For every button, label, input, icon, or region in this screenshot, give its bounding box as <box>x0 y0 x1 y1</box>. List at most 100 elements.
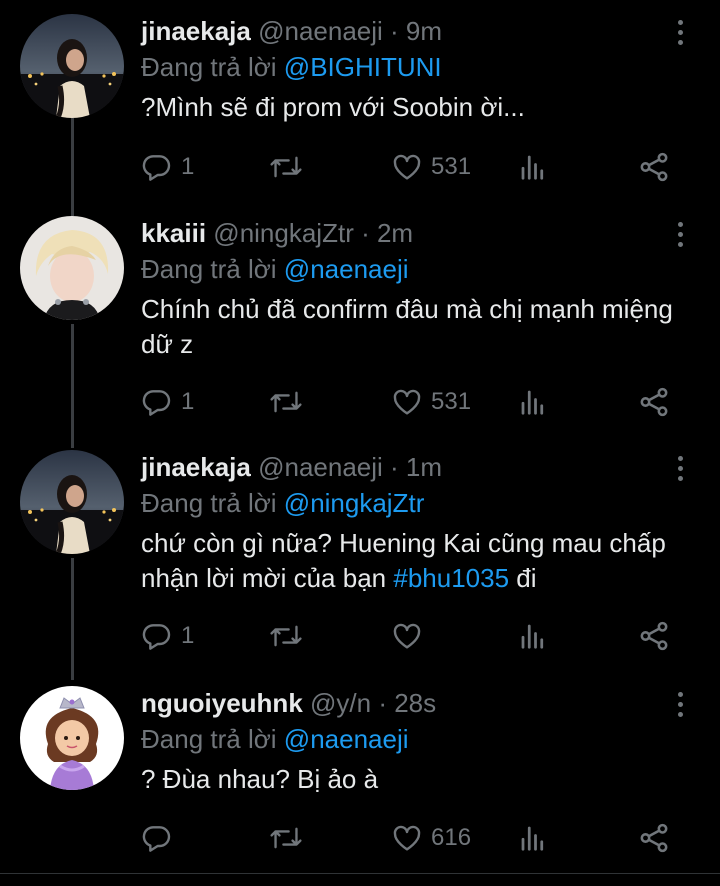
more-vertical-icon[interactable] <box>678 456 686 486</box>
replying-to-handle[interactable]: @ningkajZtr <box>284 488 425 518</box>
avatar[interactable] <box>20 686 124 790</box>
views-icon <box>521 155 544 180</box>
views-icon <box>521 826 544 851</box>
tweet-text-part: ? Đùa nhau? Bị ảo à <box>141 764 379 794</box>
replying-to: Đang trả lời @naenaeji <box>141 252 700 286</box>
more-vertical-icon[interactable] <box>678 222 686 252</box>
share-button[interactable] <box>637 616 671 656</box>
reply-icon <box>142 390 171 416</box>
replying-to: Đang trả lời @ningkajZtr <box>141 486 700 520</box>
avatar[interactable] <box>20 14 124 118</box>
tweet[interactable]: jinaekaja @naenaeji · 1m Đang trả lời @n… <box>0 450 720 670</box>
replying-to: Đang trả lời @naenaeji <box>141 722 700 756</box>
display-name[interactable]: jinaekaja <box>141 452 251 482</box>
retweet-icon <box>270 625 302 647</box>
retweet-button[interactable] <box>269 616 303 656</box>
tweet[interactable]: kkaiii @ningkajZtr · 2m Đang trả lời @na… <box>0 216 720 436</box>
share-button[interactable] <box>637 818 671 858</box>
views-button[interactable] <box>518 818 548 858</box>
tweet-header: jinaekaja @naenaeji · 1m <box>141 450 700 484</box>
like-count: 531 <box>431 388 472 415</box>
reply-icon <box>142 155 171 181</box>
tweet-text: ? Đùa nhau? Bị ảo à <box>141 762 700 797</box>
reply-button[interactable]: 1 <box>141 147 194 187</box>
avatar[interactable] <box>20 216 124 320</box>
tweet-actions: 1 <box>141 616 701 656</box>
timestamp[interactable]: · 28s <box>378 688 436 718</box>
replying-to-label: Đang trả lời <box>141 254 277 284</box>
tweet-content: kkaiii @ningkajZtr · 2m Đang trả lời @na… <box>141 216 700 362</box>
tweet-header: nguoiyeuhnk @y/n · 28s <box>141 686 700 720</box>
heart-icon <box>393 389 421 415</box>
replying-to: Đang trả lời @BIGHITUNI <box>141 50 700 84</box>
display-name[interactable]: nguoiyeuhnk <box>141 688 303 718</box>
reply-icon <box>142 624 171 650</box>
views-button[interactable] <box>518 382 548 422</box>
heart-icon <box>393 154 421 180</box>
tweet-content: jinaekaja @naenaeji · 9m Đang trả lời @B… <box>141 14 700 125</box>
replying-to-handle[interactable]: @naenaeji <box>284 254 409 284</box>
avatar[interactable] <box>20 450 124 554</box>
retweet-button[interactable] <box>269 818 303 858</box>
hashtag-link[interactable]: #bhu1035 <box>393 563 509 593</box>
tweet[interactable]: jinaekaja @naenaeji · 9m Đang trả lời @B… <box>0 14 720 194</box>
like-button[interactable] <box>391 616 431 656</box>
more-vertical-icon[interactable] <box>678 20 686 50</box>
user-handle[interactable]: @ningkajZtr <box>213 218 354 248</box>
reply-count: 1 <box>181 153 195 180</box>
share-icon <box>640 823 668 853</box>
views-icon <box>521 624 544 649</box>
tweet-header: jinaekaja @naenaeji · 9m <box>141 14 700 48</box>
user-handle[interactable]: @naenaeji <box>258 16 383 46</box>
tweet-header: kkaiii @ningkajZtr · 2m <box>141 216 700 250</box>
retweet-button[interactable] <box>269 147 303 187</box>
tweet-text-part: Chính chủ đã confirm đâu mà chị mạnh miệ… <box>141 294 673 359</box>
like-button[interactable]: 616 <box>391 818 471 858</box>
share-button[interactable] <box>637 382 671 422</box>
reply-icon <box>142 826 171 852</box>
share-icon <box>640 152 668 182</box>
like-button[interactable]: 531 <box>391 382 471 422</box>
reply-button[interactable]: 1 <box>141 616 194 656</box>
heart-icon <box>393 825 421 851</box>
tweet-text: ?Mình sẽ đi prom với Soobin ời... <box>141 90 700 125</box>
replying-to-label: Đang trả lời <box>141 52 277 82</box>
reply-count: 1 <box>181 388 195 415</box>
tweet-text-part: đi <box>509 563 537 593</box>
tweet-text: chứ còn gì nữa? Huening Kai cũng mau chấ… <box>141 526 700 596</box>
like-count: 531 <box>431 153 472 180</box>
user-handle[interactable]: @naenaeji <box>258 452 383 482</box>
retweet-icon <box>270 391 302 413</box>
replying-to-handle[interactable]: @naenaeji <box>284 724 409 754</box>
views-icon <box>521 390 544 415</box>
retweet-icon <box>270 156 302 178</box>
reply-button[interactable] <box>141 818 181 858</box>
tweet[interactable]: nguoiyeuhnk @y/n · 28s Đang trả lời @nae… <box>0 686 720 886</box>
share-button[interactable] <box>637 147 671 187</box>
timestamp[interactable]: · 9m <box>390 16 442 46</box>
heart-icon <box>393 623 421 649</box>
share-icon <box>640 387 668 417</box>
reply-count: 1 <box>181 622 195 649</box>
views-button[interactable] <box>518 616 548 656</box>
reply-button[interactable]: 1 <box>141 382 194 422</box>
divider <box>0 873 720 874</box>
timestamp[interactable]: · 1m <box>390 452 442 482</box>
more-vertical-icon[interactable] <box>678 692 686 722</box>
timestamp[interactable]: · 2m <box>361 218 413 248</box>
retweet-button[interactable] <box>269 382 303 422</box>
views-button[interactable] <box>518 147 548 187</box>
tweet-content: nguoiyeuhnk @y/n · 28s Đang trả lời @nae… <box>141 686 700 797</box>
tweet-actions: 1 531 <box>141 147 701 187</box>
replying-to-label: Đang trả lời <box>141 724 277 754</box>
display-name[interactable]: jinaekaja <box>141 16 251 46</box>
tweet-text-part: ?Mình sẽ đi prom với Soobin ời... <box>141 92 525 122</box>
replying-to-handle[interactable]: @BIGHITUNI <box>284 52 442 82</box>
display-name[interactable]: kkaiii <box>141 218 206 248</box>
share-icon <box>640 621 668 651</box>
retweet-icon <box>270 827 302 849</box>
tweet-actions: 616 <box>141 818 701 858</box>
user-handle[interactable]: @y/n <box>310 688 371 718</box>
replying-to-label: Đang trả lời <box>141 488 277 518</box>
like-button[interactable]: 531 <box>391 147 471 187</box>
